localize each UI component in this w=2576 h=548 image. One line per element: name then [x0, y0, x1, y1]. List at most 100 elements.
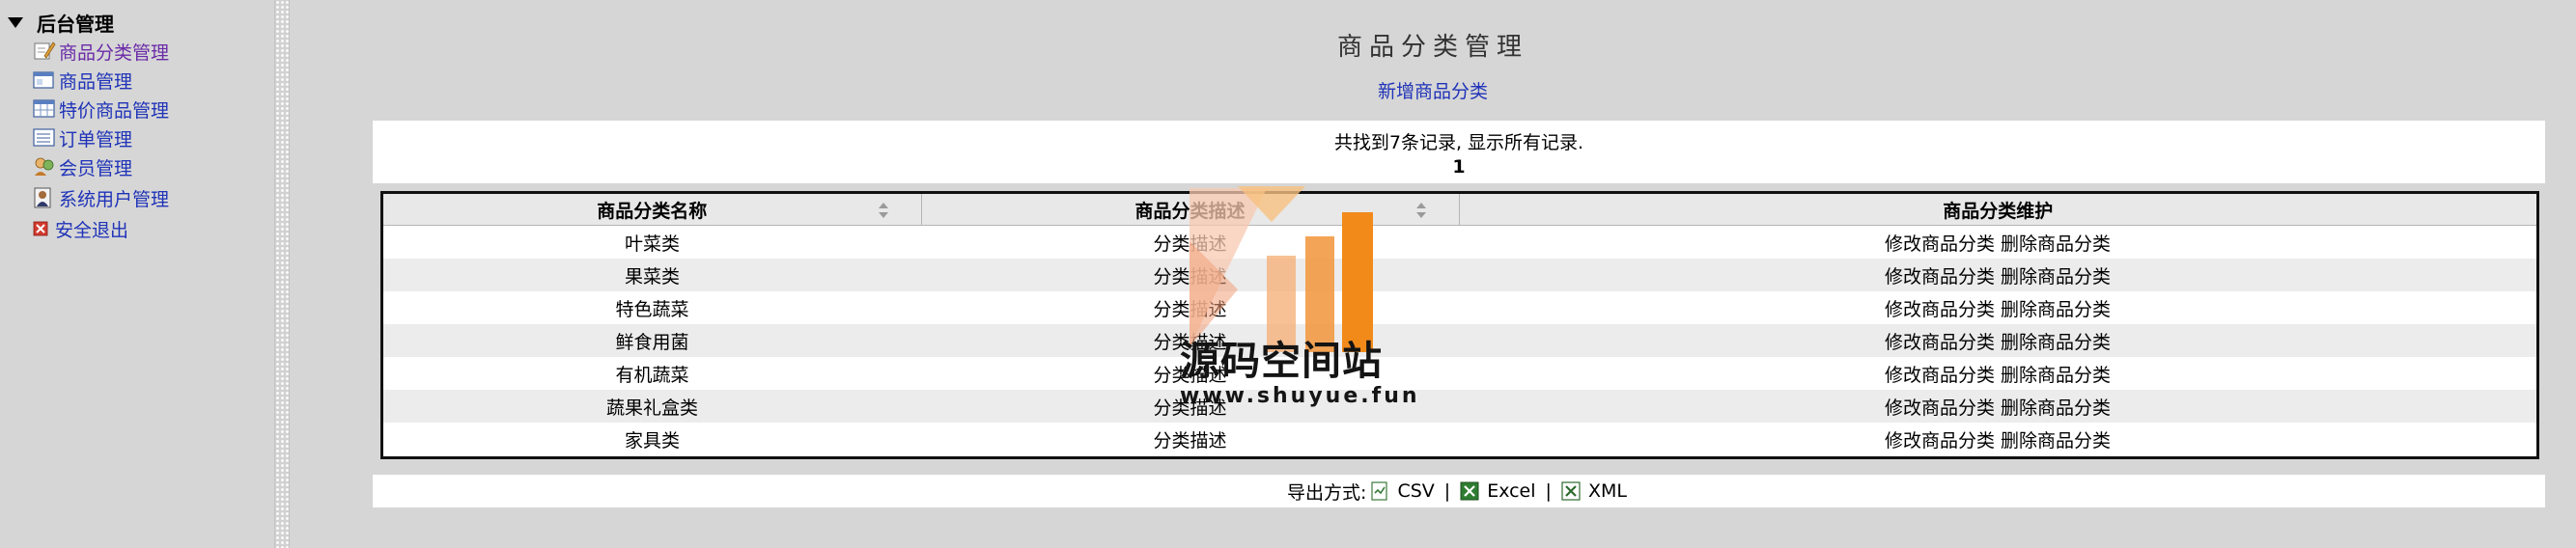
sidebar-item-goods[interactable]: 商品管理 — [33, 68, 132, 93]
table-row: 特色蔬菜 分类描述 修改商品分类 删除商品分类 — [383, 291, 2536, 324]
cell-name: 特色蔬菜 — [383, 291, 921, 324]
main-content: 商品分类管理 新增商品分类 共找到7条记录, 显示所有记录. 1 商品分类名称 — [290, 0, 2576, 548]
separator: | — [1443, 480, 1451, 502]
column-header-desc[interactable]: 商品分类描述 — [921, 194, 1460, 226]
grid-icon — [33, 98, 56, 120]
cell-desc: 分类描述 — [921, 357, 1459, 390]
sort-icon[interactable] — [1415, 203, 1426, 218]
sidebar-item-members[interactable]: 会员管理 — [33, 154, 132, 179]
edit-note-icon — [33, 41, 56, 62]
category-table-wrapper: 商品分类名称 商品分类描述 商品分类维护 叶菜类 分类描述 修改商品分类 删除商… — [380, 191, 2539, 459]
column-header-label: 商品分类维护 — [1943, 200, 2054, 222]
delete-category-link[interactable]: 删除商品分类 — [2001, 233, 2111, 255]
edit-category-link[interactable]: 修改商品分类 — [1885, 332, 1995, 353]
export-bar: 导出方式: CSV | Excel | XML — [373, 475, 2545, 507]
sidebar-item-logout[interactable]: 安全退出 — [33, 216, 128, 241]
table-row: 叶菜类 分类描述 修改商品分类 删除商品分类 — [383, 225, 2536, 259]
sidebar-item-orders[interactable]: 订单管理 — [33, 125, 132, 151]
window-icon — [33, 69, 56, 91]
edit-category-link[interactable]: 修改商品分类 — [1885, 397, 1995, 419]
cell-name: 叶菜类 — [383, 225, 921, 259]
cell-ops: 修改商品分类 删除商品分类 — [1459, 324, 2536, 357]
table-row: 鲜食用菌 分类描述 修改商品分类 删除商品分类 — [383, 324, 2536, 357]
list-icon — [33, 127, 56, 149]
users-icon — [33, 156, 56, 178]
delete-category-link[interactable]: 删除商品分类 — [2001, 299, 2111, 320]
edit-category-link[interactable]: 修改商品分类 — [1885, 365, 1995, 386]
cell-desc: 分类描述 — [921, 291, 1459, 324]
sidebar-item-label: 商品管理 — [59, 70, 133, 93]
cell-ops: 修改商品分类 删除商品分类 — [1459, 357, 2536, 390]
sidebar-item-label: 会员管理 — [59, 157, 133, 179]
column-header-label: 商品分类描述 — [1134, 200, 1246, 222]
table-row: 家具类 分类描述 修改商品分类 删除商品分类 — [383, 423, 2536, 455]
export-label: 导出方式: — [1287, 481, 1367, 504]
cell-desc: 分类描述 — [921, 259, 1459, 291]
edit-category-link[interactable]: 修改商品分类 — [1885, 233, 1995, 255]
xml-file-icon — [1561, 481, 1581, 501]
table-row: 蔬果礼盒类 分类描述 修改商品分类 删除商品分类 — [383, 390, 2536, 423]
cell-ops: 修改商品分类 删除商品分类 — [1459, 225, 2536, 259]
frame-splitter[interactable] — [274, 0, 290, 548]
sidebar: 后台管理 商品分类管理 商品管理 特价商品管理 订单管理 会员管理 系统用户管理… — [0, 0, 274, 548]
category-table: 商品分类名称 商品分类描述 商品分类维护 叶菜类 分类描述 修改商品分类 删除商… — [383, 194, 2536, 455]
cell-ops: 修改商品分类 删除商品分类 — [1459, 259, 2536, 291]
cell-desc: 分类描述 — [921, 324, 1459, 357]
user-admin-icon — [33, 187, 56, 208]
sidebar-item-label: 特价商品管理 — [59, 99, 170, 122]
records-info: 共找到7条记录, 显示所有记录. — [1333, 132, 1584, 153]
sidebar-item-sysusers[interactable]: 系统用户管理 — [33, 185, 169, 210]
excel-file-icon — [1460, 481, 1479, 501]
column-header-ops: 商品分类维护 — [1459, 194, 2536, 226]
cell-desc: 分类描述 — [921, 390, 1459, 423]
edit-category-link[interactable]: 修改商品分类 — [1885, 266, 1995, 288]
app-root: 后台管理 商品分类管理 商品管理 特价商品管理 订单管理 会员管理 系统用户管理… — [0, 0, 2576, 548]
add-category-link[interactable]: 新增商品分类 — [1378, 81, 1488, 102]
delete-category-link[interactable]: 删除商品分类 — [2001, 365, 2111, 386]
cell-name: 蔬果礼盒类 — [383, 390, 921, 423]
export-excel-link[interactable]: Excel — [1460, 480, 1536, 502]
page-number[interactable]: 1 — [373, 156, 2545, 178]
cell-desc: 分类描述 — [921, 225, 1459, 259]
cell-name: 鲜食用菌 — [383, 324, 921, 357]
delete-category-link[interactable]: 删除商品分类 — [2001, 430, 2111, 452]
sidebar-item-category[interactable]: 商品分类管理 — [33, 39, 169, 64]
close-icon — [33, 218, 52, 239]
records-info-box: 共找到7条记录, 显示所有记录. 1 — [373, 121, 2545, 183]
cell-name: 有机蔬菜 — [383, 357, 921, 390]
sidebar-item-special[interactable]: 特价商品管理 — [33, 96, 169, 122]
export-csv-link[interactable]: CSV — [1370, 480, 1435, 502]
cell-name: 家具类 — [383, 423, 921, 455]
column-header-name[interactable]: 商品分类名称 — [383, 194, 922, 226]
sort-icon[interactable] — [878, 203, 888, 218]
cell-ops: 修改商品分类 删除商品分类 — [1459, 390, 2536, 423]
delete-category-link[interactable]: 删除商品分类 — [2001, 397, 2111, 419]
cell-ops: 修改商品分类 删除商品分类 — [1459, 423, 2536, 455]
sidebar-item-label: 安全退出 — [55, 219, 129, 241]
table-header-row: 商品分类名称 商品分类描述 商品分类维护 — [383, 194, 2536, 226]
sidebar-root[interactable]: 后台管理 — [8, 10, 114, 36]
edit-category-link[interactable]: 修改商品分类 — [1885, 430, 1995, 452]
delete-category-link[interactable]: 删除商品分类 — [2001, 332, 2111, 353]
table-row: 果菜类 分类描述 修改商品分类 删除商品分类 — [383, 259, 2536, 291]
edit-category-link[interactable]: 修改商品分类 — [1885, 299, 1995, 320]
sidebar-item-label: 订单管理 — [59, 128, 133, 151]
cell-name: 果菜类 — [383, 259, 921, 291]
cell-ops: 修改商品分类 删除商品分类 — [1459, 291, 2536, 324]
caret-down-icon[interactable] — [8, 16, 23, 28]
page-title: 商品分类管理 — [1336, 33, 1528, 62]
column-header-label: 商品分类名称 — [597, 200, 708, 222]
cell-desc: 分类描述 — [921, 423, 1459, 455]
export-option-label: Excel — [1487, 480, 1536, 502]
export-option-label: CSV — [1397, 480, 1435, 502]
export-option-label: XML — [1587, 480, 1627, 502]
csv-file-icon — [1370, 481, 1389, 501]
table-row: 有机蔬菜 分类描述 修改商品分类 删除商品分类 — [383, 357, 2536, 390]
export-xml-link[interactable]: XML — [1561, 480, 1627, 502]
sidebar-item-label: 商品分类管理 — [59, 41, 170, 64]
sidebar-item-label: 系统用户管理 — [59, 188, 170, 210]
separator: | — [1545, 480, 1552, 502]
sidebar-root-label: 后台管理 — [37, 12, 114, 36]
add-category-row: 新增商品分类 — [290, 77, 2576, 103]
delete-category-link[interactable]: 删除商品分类 — [2001, 266, 2111, 288]
